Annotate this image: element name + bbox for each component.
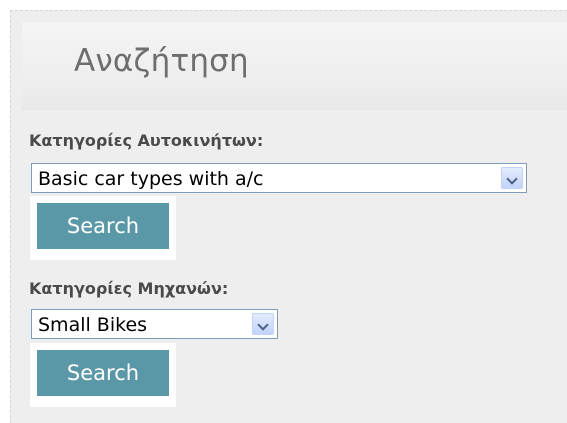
car-categories-label: Κατηγορίες Αυτοκινήτων: <box>29 131 264 150</box>
bike-search-button[interactable]: Search <box>37 350 169 396</box>
bike-categories-select[interactable]: Small Bikes <box>31 309 278 339</box>
bike-search-button-wrapper: Search <box>30 343 176 407</box>
car-categories-selected-value: Basic car types with a/c <box>38 168 264 190</box>
car-search-button[interactable]: Search <box>37 203 169 249</box>
car-categories-select[interactable]: Basic car types with a/c <box>31 163 527 193</box>
chevron-down-icon[interactable] <box>501 167 523 189</box>
page-title: Αναζήτηση <box>74 43 249 79</box>
chevron-down-icon[interactable] <box>252 313 274 335</box>
bike-categories-label: Κατηγορίες Μηχανών: <box>29 279 229 298</box>
bike-categories-selected-value: Small Bikes <box>38 314 148 336</box>
car-search-button-wrapper: Search <box>30 196 176 260</box>
